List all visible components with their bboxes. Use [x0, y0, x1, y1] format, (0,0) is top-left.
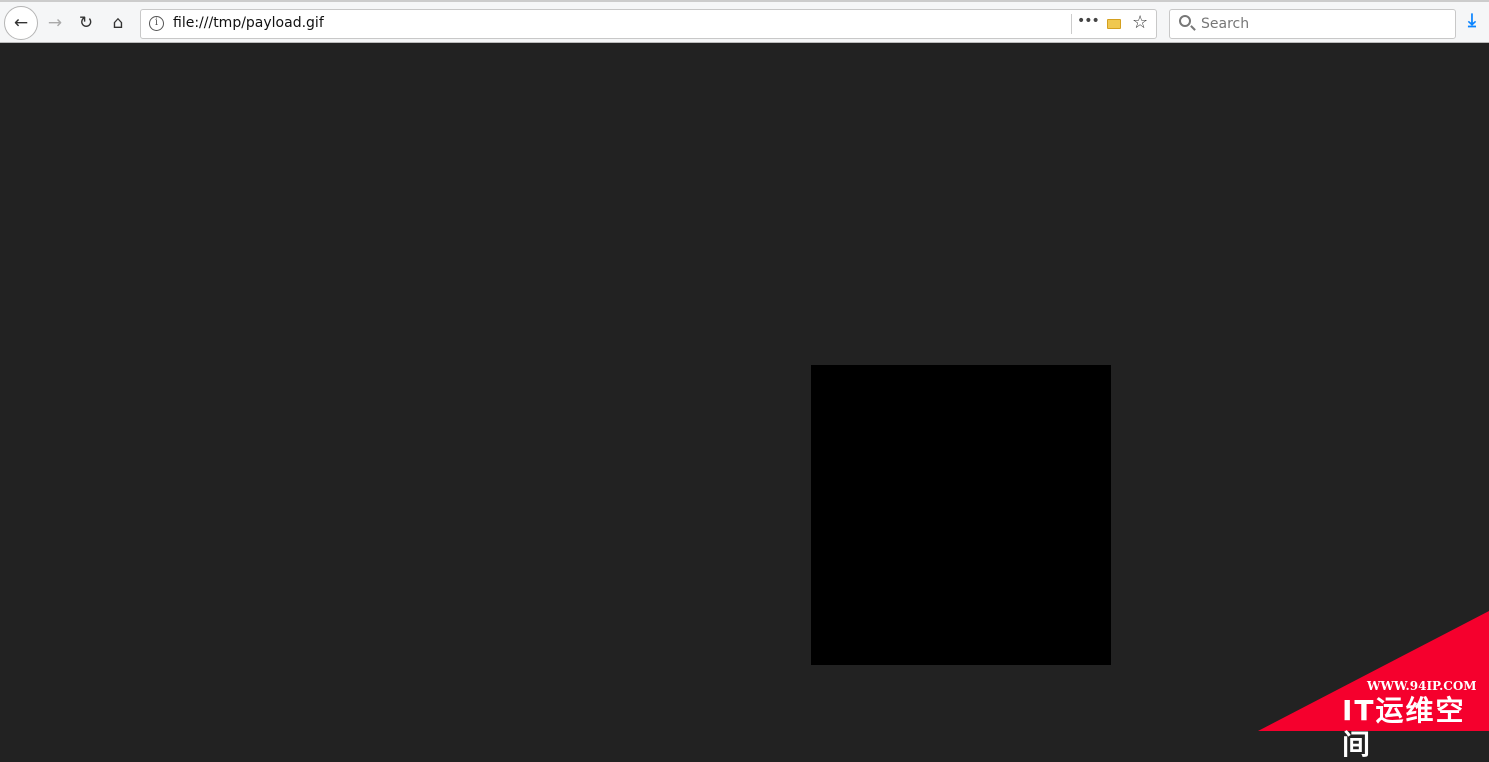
search-placeholder[interactable]: Search: [1201, 16, 1249, 32]
active-tab-indicator: [225, 2, 451, 4]
watermark-site: WWW.94IP.COM: [1367, 679, 1477, 693]
divider: [1071, 14, 1072, 34]
browser-toolbar: ← → ↻ ⌂ i file:///tmp/payload.gif ••• ☆ …: [0, 0, 1489, 43]
folder-icon[interactable]: [1107, 19, 1121, 29]
back-icon: ←: [13, 13, 29, 33]
reload-button[interactable]: ↻: [71, 8, 101, 38]
watermark-name: IT运维空间: [1342, 694, 1466, 761]
address-bar[interactable]: i file:///tmp/payload.gif ••• ☆: [140, 9, 1157, 39]
more-icon[interactable]: •••: [1077, 13, 1100, 29]
reload-icon: ↻: [78, 13, 94, 33]
back-button[interactable]: ←: [4, 6, 38, 40]
home-icon: ⌂: [112, 13, 124, 33]
info-icon[interactable]: i: [149, 16, 164, 31]
page-content: [1, 43, 1489, 731]
star-icon[interactable]: ☆: [1132, 12, 1148, 33]
search-input[interactable]: Search: [1169, 9, 1456, 39]
download-icon[interactable]: ⤓: [1468, 10, 1476, 31]
forward-icon: →: [47, 13, 63, 33]
search-icon: [1179, 15, 1191, 27]
forward-button[interactable]: →: [40, 8, 70, 38]
home-button[interactable]: ⌂: [103, 8, 133, 38]
gif-image: [811, 365, 1111, 665]
url-text[interactable]: file:///tmp/payload.gif: [173, 15, 324, 31]
